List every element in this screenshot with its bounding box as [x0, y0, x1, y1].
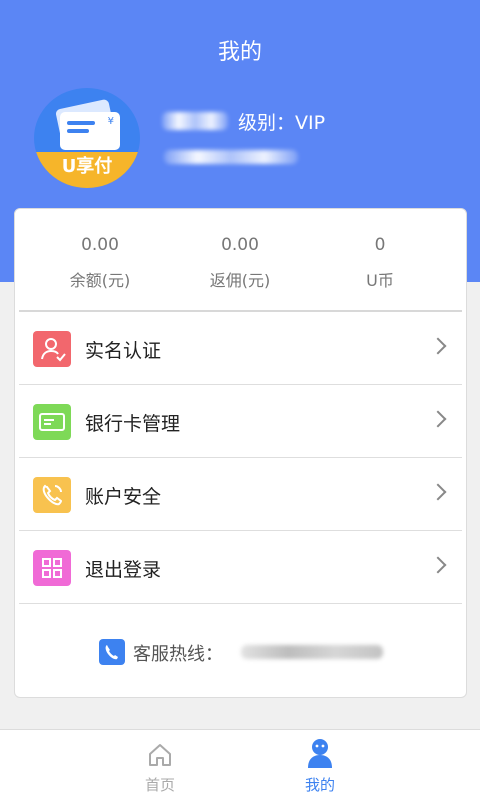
username-blurred	[162, 112, 228, 130]
app-logo-avatar[interactable]: ¥ U享付	[34, 88, 140, 188]
grid-logout-icon	[33, 550, 71, 586]
stat-label: U币	[366, 271, 394, 290]
stat-value: 0.00	[81, 235, 119, 255]
hotline-label: 客服热线：	[133, 644, 223, 665]
phone-blurred	[164, 150, 298, 164]
bank-card-icon	[33, 404, 71, 440]
chevron-right-icon	[429, 337, 447, 355]
phone-security-icon	[33, 477, 71, 513]
account-card: 0.00 余额(元) 0.00 返佣(元) 0 U币 实名认证 银行卡管理 账户…	[14, 208, 467, 698]
menu-label: 退出登录	[85, 559, 162, 581]
stat-value: 0	[374, 235, 386, 255]
menu-label: 实名认证	[85, 340, 162, 362]
level-label: 级别：VIP	[238, 112, 326, 134]
phone-icon	[99, 639, 125, 665]
stat-label: 返佣(元)	[209, 271, 271, 290]
stat-balance[interactable]: 0.00 余额(元)	[25, 235, 175, 291]
home-icon	[149, 744, 171, 766]
menu-item-bank-card[interactable]: 银行卡管理	[19, 385, 462, 458]
tab-label: 我的	[304, 776, 335, 794]
bottom-tab-bar: 首页 我的	[0, 729, 480, 800]
menu-item-verify[interactable]: 实名认证	[19, 312, 462, 385]
logo-text: U享付	[34, 152, 140, 188]
menu-item-logout[interactable]: 退出登录	[19, 531, 462, 604]
person-verify-icon	[33, 331, 71, 367]
menu-label: 账户安全	[85, 486, 162, 508]
page-title: 我的	[217, 40, 262, 65]
menu-label: 银行卡管理	[85, 413, 181, 435]
stat-value: 0.00	[221, 235, 259, 255]
hotline-number-blurred	[241, 645, 383, 659]
chevron-right-icon	[429, 556, 447, 574]
stat-ucoin[interactable]: 0 U币	[305, 235, 455, 291]
chevron-right-icon	[429, 410, 447, 428]
chevron-right-icon	[429, 483, 447, 501]
stat-label: 余额(元)	[69, 271, 131, 290]
stat-commission[interactable]: 0.00 返佣(元)	[165, 235, 315, 291]
person-icon	[308, 739, 332, 768]
tab-mine[interactable]: 我的	[200, 730, 440, 800]
card-front-shape: ¥	[60, 112, 120, 150]
menu-item-security[interactable]: 账户安全	[19, 458, 462, 531]
